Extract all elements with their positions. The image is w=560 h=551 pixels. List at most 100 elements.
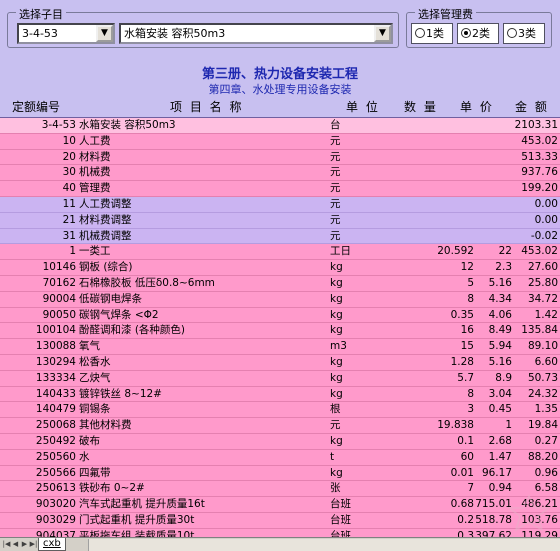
column-header-name: 项 目 名 称 [170, 100, 244, 114]
row-price-cell: 4.06 [488, 308, 512, 321]
fee-option-class-1[interactable]: 1类 [411, 23, 453, 44]
row-amount-cell: 513.33 [521, 150, 558, 163]
row-name-cell: 碳钢气焊条 <Φ2 [79, 308, 159, 321]
row-unit-cell: kg [330, 356, 343, 368]
column-header-price: 单 价 [460, 100, 494, 114]
row-amount-cell: 24.32 [527, 387, 558, 400]
row-quantity-cell: 5.7 [457, 371, 474, 384]
table-row[interactable]: 904037 平板拖车组 装载质量10t 台班 0.3 397.62 119.29 [0, 528, 560, 537]
management-fee-label: 选择管理费 [415, 6, 476, 22]
horizontal-scrollbar[interactable] [88, 539, 560, 551]
chapter-title: 第四章、水处理专用设备安装 [208, 83, 352, 96]
row-amount-cell: 19.84 [527, 419, 558, 432]
table-row[interactable]: 140479 铜锡条 根 3 0.45 1.35 [0, 402, 560, 419]
row-code-cell: 140433 [35, 387, 76, 400]
table-row[interactable]: 250068 其他材料费 元 19.838 1 19.84 [0, 418, 560, 434]
fee-option-label: 3类 [518, 27, 536, 40]
table-row[interactable]: 250560 水 t 60 1.47 88.20 [0, 449, 560, 466]
table-row[interactable]: 903020 汽车式起重机 提升质量16t 台班 0.68 715.01 486.21 [0, 497, 560, 513]
row-name-cell: 四氟带 [79, 466, 111, 479]
column-header-quantity: 数 量 [404, 100, 438, 114]
row-unit-cell: kg [330, 435, 343, 447]
row-code-cell: 250566 [35, 466, 76, 479]
table-row[interactable]: 10 人工费 元 453.02 [0, 133, 560, 150]
row-price-cell: 8.49 [488, 324, 512, 337]
row-name-cell: 乙炔气 [79, 371, 111, 384]
first-sheet-icon[interactable]: |◀ [2, 539, 11, 550]
table-row[interactable]: 903029 门式起重机 提升质量30t 台班 0.2 518.78 103.76 [0, 513, 560, 529]
table-row[interactable]: 250566 四氟带 kg 0.01 96.17 0.96 [0, 465, 560, 482]
subitem-name-combo[interactable]: 水箱安装 容积50m3 ▼ [119, 23, 393, 44]
table-row[interactable]: 90004 低碳钢电焊条 kg 8 4.34 34.72 [0, 291, 560, 308]
row-amount-cell: 2103.31 [514, 119, 558, 131]
subitem-code-combo[interactable]: 3-4-53 ▼ [17, 23, 115, 44]
row-amount-cell: 937.76 [521, 166, 558, 179]
row-quantity-cell: 0.35 [450, 308, 474, 321]
row-name-cell: 机械费 [79, 166, 111, 179]
table-row[interactable]: 21 材料费调整 元 0.00 [0, 212, 560, 229]
table-row[interactable]: 40 管理费 元 199.20 [0, 181, 560, 197]
table-row[interactable]: 133334 乙炔气 kg 5.7 8.9 50.73 [0, 370, 560, 387]
row-unit-cell: kg [330, 261, 343, 274]
chevron-down-icon[interactable]: ▼ [374, 25, 391, 42]
row-code-cell: 70162 [42, 277, 76, 289]
row-name-cell: 管理费 [79, 182, 111, 195]
table-row[interactable]: 250492 破布 kg 0.1 2.68 0.27 [0, 434, 560, 450]
row-unit-cell: kg [330, 308, 343, 321]
row-amount-cell: 0.96 [534, 466, 558, 479]
chevron-down-icon[interactable]: ▼ [96, 25, 113, 42]
row-quantity-cell: 3 [467, 403, 474, 416]
row-price-cell: 5.16 [488, 277, 512, 289]
sheet-tab[interactable]: cxb [38, 538, 66, 551]
radio-selected-icon [461, 28, 471, 38]
table-row[interactable]: 31 机械费调整 元 -0.02 [0, 228, 560, 245]
row-price-cell: 96.17 [481, 466, 512, 479]
table-row[interactable]: 100104 酚醛调和漆 (各种颜色) kg 16 8.49 135.84 [0, 323, 560, 340]
row-amount-cell: 0.27 [534, 435, 558, 447]
fee-option-class-2[interactable]: 2类 [457, 23, 499, 44]
row-quantity-cell: 19.838 [437, 419, 474, 432]
table-row[interactable]: 3-4-53 水箱安装 容积50m3 台 2103.31 [0, 118, 560, 134]
row-amount-cell: 25.80 [527, 277, 558, 289]
row-price-cell: 22 [498, 245, 512, 258]
table-row[interactable]: 70162 石棉橡胶板 低压δ0.8~6mm kg 5 5.16 25.80 [0, 276, 560, 292]
row-name-cell: 材料费 [79, 150, 111, 163]
fee-option-class-3[interactable]: 3类 [503, 23, 545, 44]
row-code-cell: 130088 [35, 340, 76, 353]
row-amount-cell: 199.20 [521, 182, 558, 195]
table-row[interactable]: 11 人工费调整 元 0.00 [0, 197, 560, 213]
row-code-cell: 100104 [35, 324, 76, 337]
row-amount-cell: 0.00 [534, 213, 558, 226]
prev-sheet-icon[interactable]: ◀ [11, 539, 20, 550]
row-code-cell: 903029 [35, 514, 76, 526]
table-row[interactable]: 130294 松香水 kg 1.28 5.16 6.60 [0, 355, 560, 371]
row-amount-cell: 34.72 [527, 292, 558, 305]
table-row[interactable]: 1 一类工 工日 20.592 22 453.02 [0, 244, 560, 261]
table-row[interactable]: 250613 铁砂布 0~2# 张 7 0.94 6.58 [0, 481, 560, 498]
column-header: 定额编号 项 目 名 称 单 位 数 量 单 价 金 额 [0, 96, 560, 118]
management-fee-group: 选择管理费 1类 2类 3类 [406, 6, 552, 48]
table-row[interactable]: 30 机械费 元 937.76 [0, 165, 560, 182]
last-sheet-icon[interactable]: ▶| [29, 539, 38, 550]
row-unit-cell: 台班 [330, 498, 351, 511]
row-code-cell: 250068 [35, 419, 76, 432]
row-quantity-cell: 60 [460, 450, 474, 463]
row-unit-cell: 台班 [330, 529, 351, 537]
subitem-code-value: 3-4-53 [22, 27, 58, 40]
row-amount-cell: 1.42 [534, 308, 558, 321]
table-row[interactable]: 10146 钢板 (综合) kg 12 2.3 27.60 [0, 260, 560, 276]
table-row[interactable]: 130088 氧气 m3 15 5.94 89.10 [0, 339, 560, 355]
row-code-cell: 903020 [35, 498, 76, 511]
table-row[interactable]: 90050 碳钢气焊条 <Φ2 kg 0.35 4.06 1.42 [0, 307, 560, 324]
table-row[interactable]: 20 材料费 元 513.33 [0, 149, 560, 166]
column-header-code: 定额编号 [12, 100, 61, 114]
table-row[interactable]: 140433 镀锌铁丝 8~12# kg 8 3.04 24.32 [0, 386, 560, 403]
row-unit-cell: kg [330, 277, 343, 289]
row-code-cell: 250492 [35, 435, 76, 447]
radio-icon [507, 28, 517, 38]
quota-table[interactable]: 3-4-53 水箱安装 容积50m3 台 2103.31 10 人工费元 453.02 20 材… [0, 118, 560, 537]
row-quantity-cell: 0.68 [450, 498, 474, 511]
row-amount-cell: 0.00 [534, 198, 558, 210]
row-name-cell: 水箱安装 容积50m3 [79, 119, 176, 131]
next-sheet-icon[interactable]: ▶ [20, 539, 29, 550]
